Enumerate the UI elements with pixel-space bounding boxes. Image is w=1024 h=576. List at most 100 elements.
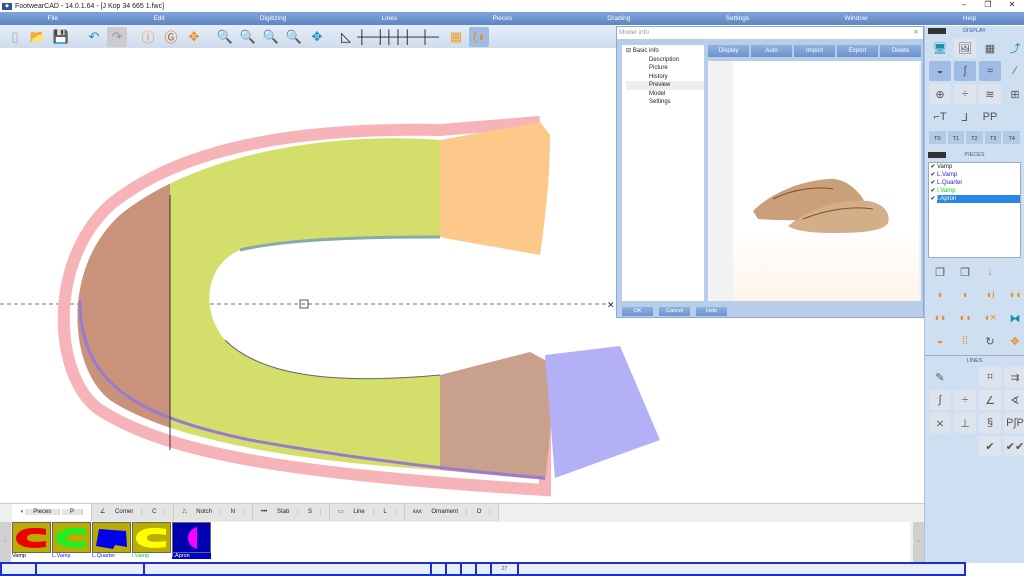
piece-delete-icon[interactable]: ◖×	[979, 308, 1001, 328]
zoom-reset-icon[interactable]: 🔍	[238, 27, 258, 47]
show-line-icon[interactable]: ∫	[954, 61, 976, 81]
zoom-fit-icon[interactable]: ✥	[307, 27, 327, 47]
sort-az-icon[interactable]: ↓	[979, 262, 1001, 282]
line-rect-icon[interactable]: ⌗	[979, 367, 1001, 387]
t0-button[interactable]: T0	[929, 131, 946, 144]
line-curve-icon[interactable]: ∫	[929, 390, 951, 410]
show-grid-icon[interactable]: ▦	[979, 38, 1001, 58]
piece-new-icon[interactable]: ◖	[929, 285, 951, 305]
show-pp-icon[interactable]: PP	[979, 107, 1001, 127]
piece-array-icon[interactable]: ⁞⁞	[954, 331, 976, 351]
tree-item-history[interactable]: History	[626, 73, 704, 82]
draw-line-icon[interactable]: ✎	[929, 367, 951, 387]
menu-file[interactable]: File	[48, 12, 58, 25]
show-notches-icon[interactable]: ⊕	[929, 84, 951, 104]
pieces-toggle-icon[interactable]: (◖	[469, 26, 489, 47]
copy-delete-icon[interactable]: ❐	[954, 262, 976, 282]
dialog-close-icon[interactable]: ✕	[914, 27, 919, 39]
display-button[interactable]: Display	[708, 45, 749, 57]
redo-icon[interactable]: ↷	[107, 26, 127, 47]
layers-icon[interactable]: ▦	[446, 27, 466, 47]
piece-info-all-icon[interactable]: ◖◖	[1004, 285, 1024, 305]
checkbox[interactable]: ✔	[929, 163, 937, 171]
menu-lines[interactable]: Lines	[382, 12, 398, 25]
info-icon[interactable]: ⓘ	[138, 27, 158, 47]
line-check-all-icon[interactable]: ✔✔	[1004, 436, 1024, 456]
measure-triangle-icon[interactable]: ◺	[336, 27, 356, 47]
tree-item-preview[interactable]: Preview	[626, 81, 704, 90]
thumb-l-quarter[interactable]: L.Quarter	[92, 522, 131, 562]
piece-item-i-vamp[interactable]: ✔ I.Vamp	[929, 187, 1020, 195]
show-curve-add-icon[interactable]: ⤴	[1004, 38, 1024, 58]
display-color-swatch[interactable]	[928, 28, 946, 34]
line-tool-1-icon[interactable]: ┼─┼	[357, 27, 385, 47]
show-marks-icon[interactable]: ÷	[954, 84, 976, 104]
scroll-right-button[interactable]: ›	[913, 522, 924, 562]
piece-edit-icon[interactable]: ◖	[954, 285, 976, 305]
thumb-i-apron[interactable]: I.Apron	[172, 522, 211, 562]
ok-button[interactable]: OK	[622, 307, 653, 316]
tree-item-description[interactable]: Description	[626, 56, 704, 65]
piece-join-icon[interactable]: ◖◗	[929, 308, 951, 328]
tree-item-picture[interactable]: Picture	[626, 64, 704, 73]
show-text-icon[interactable]: ⌐T	[929, 107, 951, 127]
thumb-l-vamp[interactable]: L.Vamp	[52, 522, 91, 562]
line-perpendicular-icon[interactable]: ⊥	[954, 413, 976, 433]
zoom-in-icon[interactable]: 🔍	[261, 27, 281, 47]
checkbox[interactable]: ✔	[929, 171, 937, 179]
piece-info-icon[interactable]: ◖i	[979, 285, 1001, 305]
show-piece-icon[interactable]: ◒	[929, 61, 951, 81]
grading-g-icon[interactable]: Ⓖ	[161, 27, 181, 47]
line-delete-icon[interactable]: ⨯	[929, 413, 951, 433]
tab-ornament[interactable]: ʌʌʌ Ornament O	[404, 504, 500, 521]
scroll-left-button[interactable]: ‹	[0, 522, 11, 562]
close-button[interactable]: ✕	[1000, 0, 1024, 9]
piece-item-l-vamp[interactable]: ✔ L.Vamp	[929, 171, 1020, 179]
line-parallel-icon[interactable]: ⇉	[1004, 367, 1024, 387]
piece-item-l-quarter[interactable]: ✔ L.Quarter	[929, 179, 1020, 187]
piece-item-i-apron[interactable]: ✔ I.Apron	[929, 195, 1020, 203]
menu-window[interactable]: Window	[844, 12, 867, 25]
tab-line[interactable]: ▭ Line L	[329, 504, 405, 521]
line-angle2-icon[interactable]: ∢	[1004, 390, 1024, 410]
t3-button[interactable]: T3	[984, 131, 1002, 144]
import-button[interactable]: Import	[794, 45, 835, 57]
menu-help[interactable]: Help	[963, 12, 976, 25]
show-size-icon[interactable]: ⊞	[1004, 84, 1024, 104]
line-tool-2-icon[interactable]: ┼┼┼	[384, 27, 412, 47]
line-offset-icon[interactable]: ÷	[954, 390, 976, 410]
menu-edit[interactable]: Edit	[153, 12, 164, 25]
tab-corner[interactable]: ∠ Corner C	[92, 504, 175, 521]
checkbox[interactable]: ✔	[929, 179, 937, 187]
show-stitches-icon[interactable]: ≋	[979, 84, 1001, 104]
piece-cut-icon[interactable]: ◒	[929, 331, 951, 351]
tree-item-model[interactable]: Model	[626, 90, 704, 99]
maximize-button[interactable]: ❐	[976, 0, 1000, 9]
open-file-icon[interactable]: 📂	[28, 27, 48, 47]
menu-settings[interactable]: Settings	[726, 12, 750, 25]
piece-move-icon[interactable]: ✥	[1004, 331, 1024, 351]
tab-stab[interactable]: ••• Stab S	[252, 504, 330, 521]
line-angle-icon[interactable]: ∠	[979, 390, 1001, 410]
checkbox[interactable]: ✔	[929, 187, 937, 195]
tab-pieces[interactable]: ◖ Pieces P	[12, 504, 92, 521]
checkbox[interactable]: ✔	[929, 195, 937, 203]
t1-button[interactable]: T1	[947, 131, 965, 144]
line-pp-icon[interactable]: P∫P	[1004, 413, 1024, 433]
piece-item-vamp[interactable]: ✔ Vamp	[929, 163, 1020, 171]
menu-pieces[interactable]: Pieces	[492, 12, 512, 25]
zoom-out-icon[interactable]: 🔍	[215, 27, 235, 47]
t2-button[interactable]: T2	[966, 131, 983, 144]
help-button[interactable]: Help	[696, 307, 727, 316]
piece-rotate-icon[interactable]: ↻	[979, 331, 1001, 351]
tab-notch[interactable]: ⎍ Notch N	[174, 504, 253, 521]
display-screen-icon[interactable]: 🖥	[929, 38, 951, 58]
auto-button[interactable]: Auto	[751, 45, 792, 57]
show-image-icon[interactable]: 🖼	[954, 38, 976, 58]
minimize-button[interactable]: –	[952, 0, 976, 9]
copy-check-icon[interactable]: ❐	[929, 262, 951, 282]
tree-item-basic-info[interactable]: ⊟ Basic info	[626, 47, 704, 56]
menu-digitizing[interactable]: Digitizing	[260, 12, 286, 25]
t4-button[interactable]: T4	[1003, 131, 1020, 144]
piece-split-icon[interactable]: ◖◖	[954, 308, 976, 328]
